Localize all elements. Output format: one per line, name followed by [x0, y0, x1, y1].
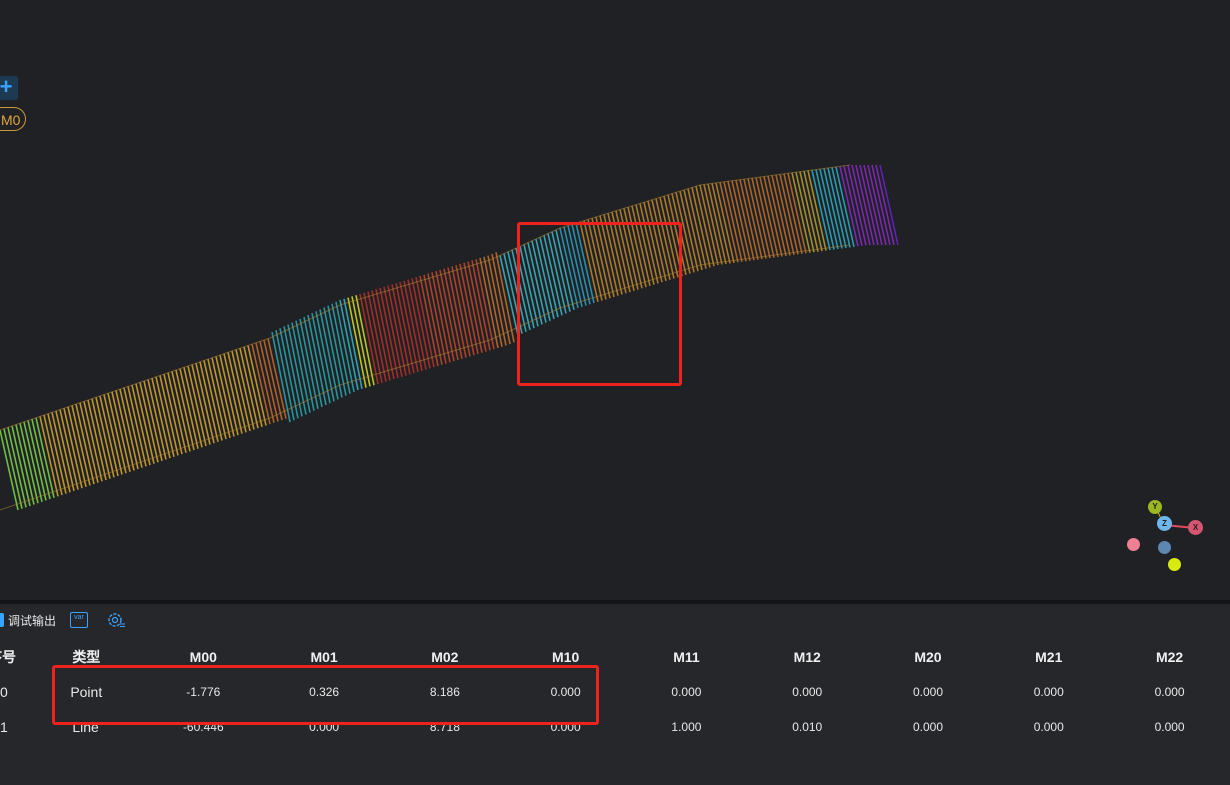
header-m20: M20 — [914, 649, 942, 665]
scan-profiles — [0, 164, 899, 511]
settings-gear-icon[interactable] — [106, 610, 126, 630]
cell-m02: 8.718 — [429, 719, 460, 734]
debug-output-label: 调试输出 — [8, 613, 57, 628]
y-axis-icon: Y — [1148, 500, 1162, 514]
axis-gizmo[interactable]: Y Z X — [1120, 500, 1210, 575]
x-axis-icon: X — [1188, 520, 1203, 535]
scan-edge-line — [0, 244, 851, 511]
table-row[interactable]: 0 Point -1.776 0.326 8.186 0.000 0.000 0… — [0, 674, 1230, 709]
point-cloud-scan — [0, 164, 899, 511]
header-m12: M12 — [793, 649, 821, 665]
cell-m22: 0.000 — [1154, 719, 1185, 734]
add-button[interactable]: + — [0, 76, 18, 100]
cell-m11: 1.000 — [671, 719, 702, 734]
row-index: 1 — [0, 718, 8, 735]
cell-m00: -60.446 — [182, 719, 224, 734]
header-m21: M21 — [1035, 649, 1063, 665]
cell-m01: 0.326 — [309, 684, 340, 699]
header-m10: M10 — [552, 649, 580, 665]
cell-m12: 0.000 — [792, 684, 823, 699]
cell-m10: 0.000 — [550, 684, 581, 699]
header-index: 序号 — [0, 649, 16, 665]
cell-m22: 0.000 — [1154, 684, 1185, 699]
cell-m20: 0.000 — [912, 719, 943, 734]
cell-m02: 8.186 — [429, 684, 460, 699]
header-m00: M00 — [189, 649, 217, 665]
cell-m21: 0.000 — [1033, 719, 1064, 734]
negative-x-axis-icon — [1127, 538, 1140, 551]
output-panel: 调试输出 var 序号 类型 M00 M01 M02 M10 M11 M12 M… — [0, 604, 1230, 785]
cell-m00: -1.776 — [186, 684, 221, 699]
header-m11: M11 — [673, 649, 700, 665]
negative-z-axis-icon — [1158, 541, 1171, 554]
mode-badge[interactable]: M0 — [0, 107, 26, 131]
header-type: 类型 — [72, 649, 101, 665]
cell-m11: 0.000 — [671, 684, 702, 699]
cell-m01: 0.000 — [309, 719, 340, 734]
3d-viewport[interactable]: + M0 Y Z X — [0, 0, 1230, 600]
cell-m12: 0.010 — [792, 719, 823, 734]
header-m02: M02 — [431, 649, 459, 665]
cell-m20: 0.000 — [912, 684, 943, 699]
header-m01: M01 — [310, 649, 338, 665]
debug-output-button[interactable]: 调试输出 — [0, 612, 56, 629]
header-m22: M22 — [1155, 649, 1184, 665]
negative-y-axis-icon — [1168, 558, 1181, 571]
z-axis-icon: Z — [1157, 516, 1172, 531]
table-header-row: 序号 类型 M00 M01 M02 M10 M11 M12 M20 M21 M2… — [0, 640, 1230, 674]
cell-m21: 0.000 — [1033, 684, 1064, 699]
table-row[interactable]: 1 Line -60.446 0.000 8.718 0.000 1.000 0… — [0, 709, 1230, 744]
cell-m10: 0.000 — [550, 719, 581, 734]
row-type: Line — [72, 718, 99, 735]
row-index: 0 — [0, 683, 8, 700]
debug-icon — [0, 613, 4, 627]
variable-icon[interactable]: var — [70, 612, 89, 628]
transform-table: 序号 类型 M00 M01 M02 M10 M11 M12 M20 M21 M2… — [0, 640, 1230, 744]
row-type: Point — [70, 683, 103, 700]
output-toolbar: 调试输出 var — [0, 608, 126, 632]
